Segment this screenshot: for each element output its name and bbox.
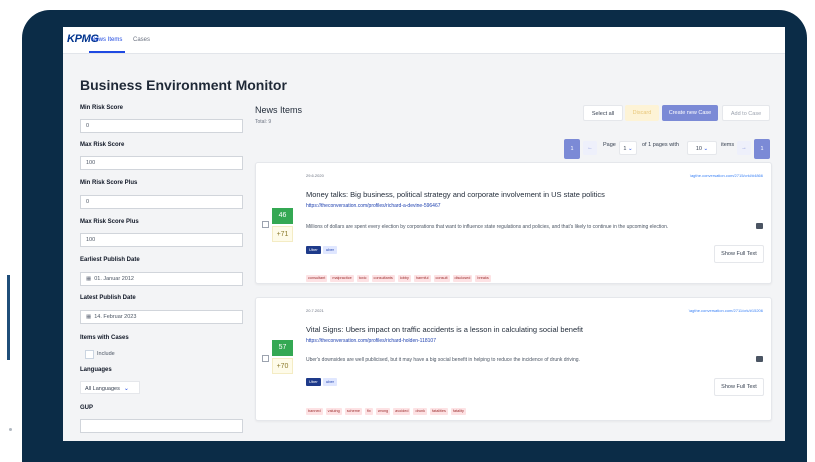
tab-cases[interactable]: Cases [133, 37, 150, 43]
next-page-button[interactable]: → [737, 141, 751, 155]
keyword-tag: consultants [371, 275, 395, 282]
top-navigation: KPMG News Items Cases [63, 27, 785, 54]
news-card: 29.6.2020 \agthe.conversation.com/2715/c… [255, 162, 772, 284]
include-checkbox[interactable] [85, 350, 94, 359]
keyword-tag: fatalities [429, 408, 448, 415]
calendar-icon: ▦ [86, 276, 92, 282]
keyword-tag: harmful [413, 275, 431, 282]
add-to-case-button[interactable]: Add to Case [722, 105, 770, 121]
chevron-down-icon: ⌄ [627, 146, 633, 152]
entity-chip[interactable]: uber [323, 246, 338, 254]
create-case-button[interactable]: Create new Case [662, 105, 718, 121]
news-source-link[interactable]: \agthe.conversation.com/2715/crkl/#4866 [690, 173, 763, 178]
page-select-value: 1 [623, 146, 627, 152]
page-select[interactable]: 1 ⌄ [619, 141, 637, 155]
max-risk-label: Max Risk Score [80, 142, 125, 148]
news-select-checkbox[interactable] [262, 355, 269, 362]
prev-page-button[interactable]: ← [583, 141, 597, 155]
languages-select[interactable]: All Languages ⌄ [80, 381, 140, 394]
side-accent-bar [7, 275, 10, 360]
latest-date-input[interactable]: ▦ 14. Februar 2023 [80, 310, 243, 324]
keyword-tag: lobby [397, 275, 411, 282]
latest-date-value: 14. Februar 2023 [94, 314, 137, 320]
keyword-tag: disclosed [452, 275, 473, 282]
news-description: Uber's downsides are well publicised, bu… [306, 357, 580, 363]
pages-with-text: of 1 pages with [642, 142, 679, 148]
earliest-date-input[interactable]: ▦ 01. Januar 2012 [80, 272, 243, 286]
entity-chip[interactable]: Uber [306, 378, 321, 386]
chevron-down-icon: ⌄ [123, 386, 129, 392]
show-full-text-button[interactable]: Show Full Text [714, 378, 764, 396]
active-tab-indicator [89, 51, 125, 53]
news-title[interactable]: Money talks: Big business, political str… [306, 190, 605, 199]
keyword-tag: malpractice [330, 275, 354, 282]
min-risk-input[interactable]: 0 [80, 119, 243, 133]
chevron-down-icon: ⌄ [703, 146, 709, 152]
keyword-tag: avoided [393, 408, 411, 415]
risk-score-plus-badge: +71 [272, 226, 293, 242]
keyword-tag: toxic [356, 275, 369, 282]
items-with-cases-label: Items with Cases [80, 335, 129, 341]
news-date: 20.7.2021 [306, 308, 324, 313]
expand-icon[interactable] [756, 223, 763, 229]
show-full-text-button[interactable]: Show Full Text [714, 245, 764, 263]
last-page-indicator[interactable]: 1 [754, 139, 770, 159]
keyword-tag: consult [433, 275, 450, 282]
keyword-tag: fatality [450, 408, 466, 415]
items-word: items [721, 142, 735, 148]
max-risk-input[interactable]: 100 [80, 156, 243, 170]
languages-value: All Languages [85, 386, 120, 392]
latest-date-label: Latest Publish Date [80, 295, 136, 301]
risk-score-badge: 46 [272, 208, 293, 224]
earliest-date-label: Earliest Publish Date [80, 257, 140, 263]
risk-score-plus-badge: +70 [272, 358, 293, 374]
min-risk-plus-input[interactable]: 0 [80, 195, 243, 209]
keyword-tag: banned [306, 408, 323, 415]
gup-input[interactable] [80, 419, 243, 433]
news-items-heading: News Items [255, 105, 303, 115]
news-total: Total: 9 [255, 119, 272, 125]
select-all-button[interactable]: Select all [583, 105, 623, 121]
page-title: Business Environment Monitor [80, 77, 287, 93]
risk-score-badge: 57 [272, 340, 293, 356]
keyword-tag: scheme [344, 408, 363, 415]
news-date: 29.6.2020 [306, 173, 324, 178]
app-screen: KPMG News Items Cases Business Environme… [63, 27, 785, 441]
languages-label: Languages [80, 367, 112, 373]
earliest-date-value: 01. Januar 2012 [94, 276, 134, 282]
per-page-select[interactable]: 10 ⌄ [687, 141, 717, 155]
news-title[interactable]: Vital Signs: Ubers impact on traffic acc… [306, 325, 583, 334]
page-word: Page [603, 142, 616, 148]
expand-icon[interactable] [756, 356, 763, 362]
calendar-icon: ▦ [86, 314, 92, 320]
news-card: 20.7.2021 \agthe.conversation.com/2711/c… [255, 297, 772, 421]
min-risk-label: Min Risk Score [80, 105, 124, 111]
keyword-tag: breaks [475, 275, 491, 282]
gup-label: GUP [80, 405, 94, 411]
max-risk-plus-input[interactable]: 100 [80, 233, 243, 247]
news-source-link[interactable]: \agthe.conversation.com/2711/crk/#15206 [689, 308, 763, 313]
discard-button[interactable]: Discard [625, 105, 659, 121]
news-author-link[interactable]: https://theconversation.com/profiles/ric… [306, 203, 441, 209]
keyword-tag: fix [365, 408, 373, 415]
news-select-checkbox[interactable] [262, 221, 269, 228]
decorative-dot [9, 428, 12, 431]
include-label: Include [97, 351, 115, 357]
keyword-tag: wrong [375, 408, 391, 415]
keyword-tag: drunk [413, 408, 427, 415]
news-author-link[interactable]: https://theconversation.com/profiles/ric… [306, 338, 436, 344]
min-risk-plus-label: Min Risk Score Plus [80, 180, 138, 186]
keyword-tags: consultant malpractice toxic consultants lob… [306, 266, 494, 284]
per-page-value: 10 [695, 146, 702, 152]
entity-chip[interactable]: Uber [306, 246, 321, 254]
keyword-tags: banned valuing scheme fix wrong avoided drunk f… [306, 399, 469, 417]
news-description: Millions of dollars are spent every elec… [306, 224, 669, 230]
keyword-tag: valuing [325, 408, 342, 415]
keyword-tag: consultant [306, 275, 328, 282]
tab-news-items[interactable]: News Items [91, 37, 122, 43]
entity-chip[interactable]: uber [323, 378, 338, 386]
max-risk-plus-label: Max Risk Score Plus [80, 219, 139, 225]
page-number-indicator[interactable]: 1 [564, 139, 580, 159]
